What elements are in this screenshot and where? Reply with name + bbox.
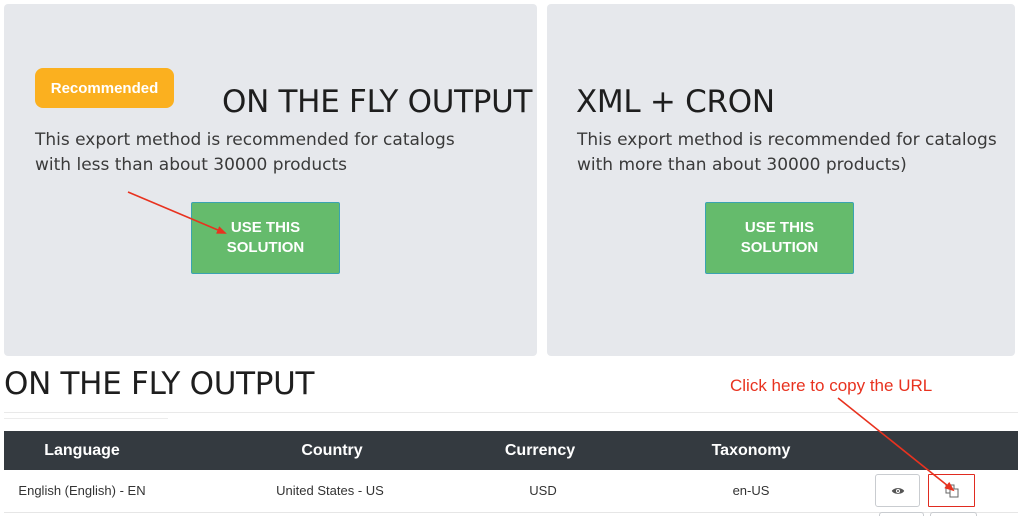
option-card-on-the-fly: Recommended ON THE FLY OUTPUT This expor… (4, 4, 537, 356)
option-description: This export method is recommended for ca… (35, 130, 455, 175)
divider (4, 412, 1018, 413)
recommended-badge: Recommended (35, 68, 174, 108)
copy-url-button[interactable] (928, 474, 975, 507)
next-row-button-edge (930, 512, 977, 516)
annotation-copy-url: Click here to copy the URL (730, 376, 933, 395)
copy-icon (945, 484, 958, 497)
column-header-taxonomy: Taxonomy (711, 442, 791, 459)
option-card-xml-cron: XML + CRON This export method is recomme… (547, 4, 1015, 356)
option-title: XML + CRON (576, 84, 775, 120)
table-header: Language Country Currency Taxonomy (4, 431, 1018, 470)
next-row-button-edge (879, 512, 924, 516)
cell-country: United States - US (276, 483, 384, 498)
option-title: ON THE FLY OUTPUT (222, 84, 533, 120)
cell-language: English (English) - EN (18, 483, 146, 498)
divider (4, 418, 168, 419)
option-description: This export method is recommended for ca… (577, 130, 997, 175)
column-header-country: Country (301, 442, 363, 459)
column-header-currency: Currency (504, 442, 576, 459)
view-feed-button[interactable] (875, 474, 920, 507)
cell-currency: USD (529, 483, 557, 498)
use-this-solution-button[interactable]: USE THIS SOLUTION (705, 202, 854, 274)
column-header-language: Language (44, 442, 120, 459)
cell-taxonomy: en-US (732, 483, 770, 498)
use-this-solution-button[interactable]: USE THIS SOLUTION (191, 202, 340, 274)
eye-icon (891, 487, 904, 494)
section-title: ON THE FLY OUTPUT (4, 366, 315, 402)
table-row: English (English) - EN United States - U… (4, 470, 1018, 513)
